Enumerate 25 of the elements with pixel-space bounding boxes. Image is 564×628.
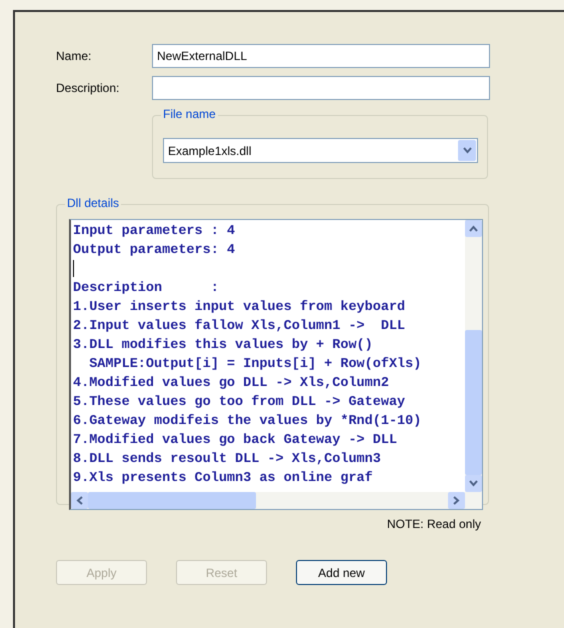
text-field[interactable]	[152, 76, 490, 100]
chevron-down-icon	[469, 480, 478, 487]
text-field[interactable]: NewExternalDLL	[152, 44, 490, 68]
group-title: Dll details	[65, 196, 122, 210]
chevron-up-icon	[469, 225, 478, 232]
field-label: Name:	[56, 49, 92, 63]
read-only-note: NOTE: Read only	[386, 517, 482, 531]
file-dropdown[interactable]: Example1xls.dll	[163, 138, 478, 163]
scroll-thumb[interactable]	[465, 330, 482, 475]
scroll-up-button[interactable]	[465, 220, 482, 237]
scroll-left-button[interactable]	[71, 492, 88, 509]
chevron-left-icon	[76, 496, 83, 505]
group-title: File name	[161, 107, 218, 121]
chevron-down-icon	[462, 147, 472, 154]
chevron-right-icon	[453, 496, 460, 505]
scroll-thumb[interactable]	[88, 492, 256, 509]
scrollbar-corner	[465, 492, 482, 509]
dialog-button[interactable]: Add new	[296, 560, 387, 585]
scroll-right-button[interactable]	[448, 492, 465, 509]
scroll-down-button[interactable]	[465, 475, 482, 492]
vertical-scrollbar[interactable]	[465, 220, 482, 492]
details-text-area[interactable]: Input parameters : 4 Output parameters: 4 Description : 1.User inserts input values from keyboard 2.Input values fallow Xls,Column1 -> DLL 3.DLL modifies this values by + Row() SAMPLE:Output[i] = Inputs[i] + Row(ofXls) 4.Modified values go DLL -> Xls,Column2 5.These values go too from DLL -> Gateway 6.Gateway modifeis the values by *Rnd(1-10) 7.Modified values go back Gateway -> DLL 8.DLL sends resoult DLL -> Xls,Column3 9.Xls presents Column3 as online graf	[69, 219, 483, 510]
horizontal-scrollbar[interactable]	[71, 492, 465, 509]
dropdown-button[interactable]	[458, 140, 476, 161]
field-label: Description:	[56, 81, 120, 95]
